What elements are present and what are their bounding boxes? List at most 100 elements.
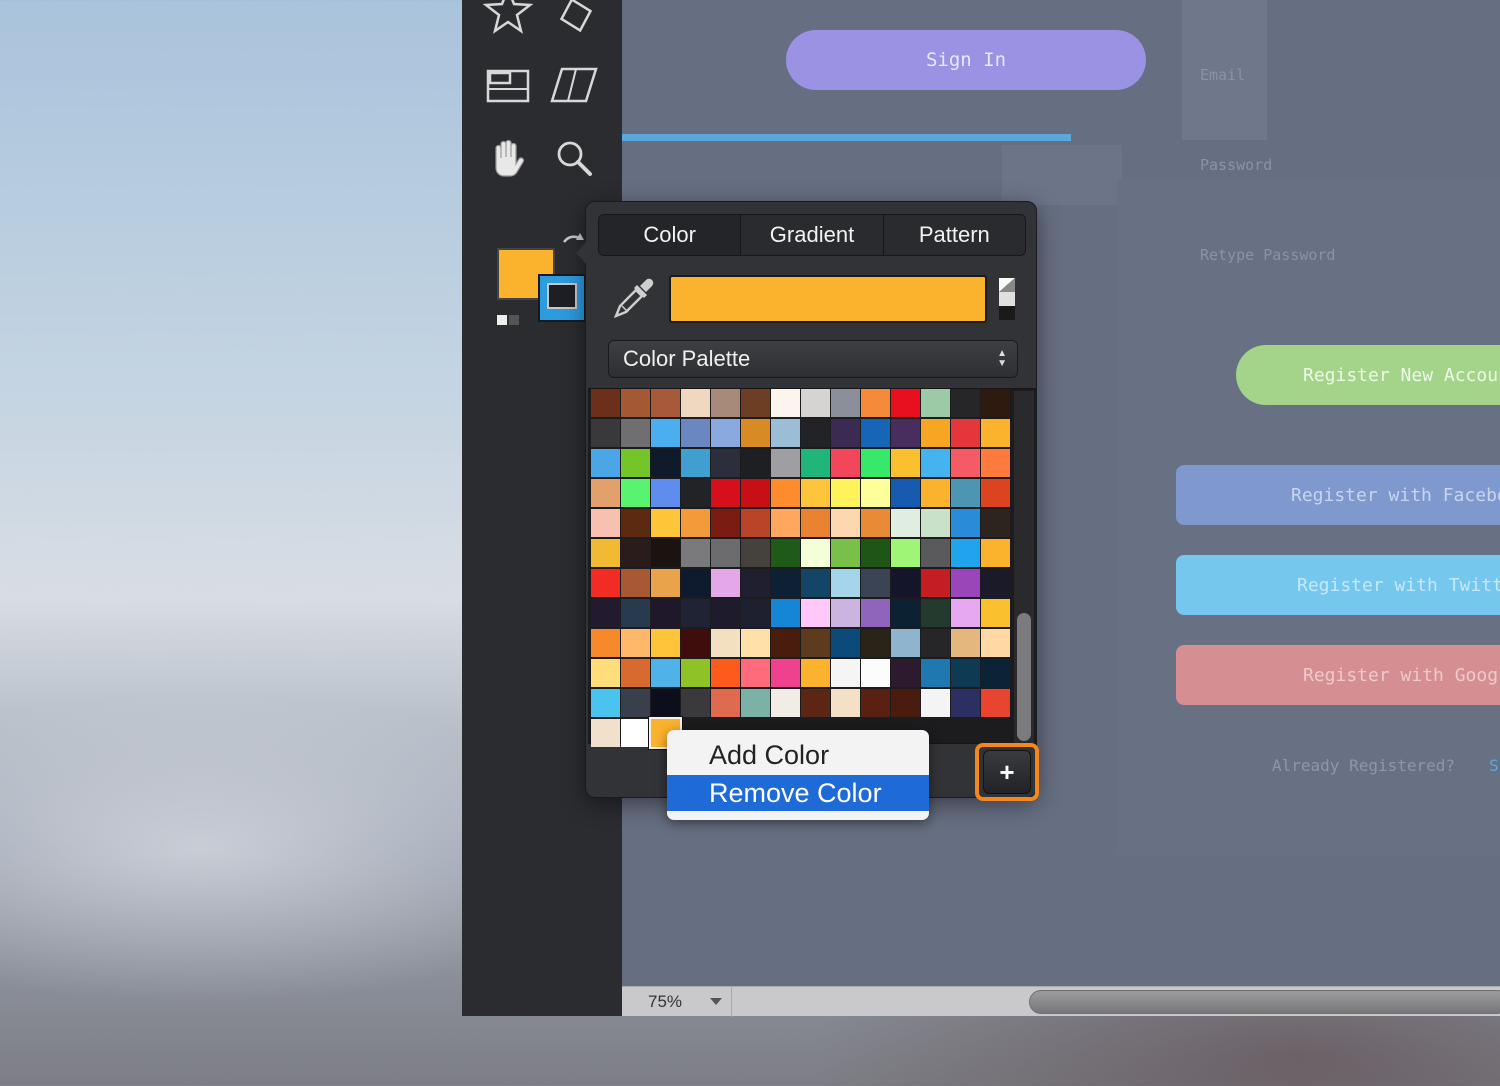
palette-swatch[interactable] (621, 419, 650, 447)
palette-swatch[interactable] (891, 449, 920, 477)
palette-swatch[interactable] (771, 629, 800, 657)
palette-swatch[interactable] (651, 689, 680, 717)
palette-select[interactable]: Color Palette ▲ ▼ (608, 340, 1018, 378)
palette-swatch[interactable] (771, 539, 800, 567)
palette-swatch[interactable] (801, 449, 830, 477)
palette-swatch[interactable] (921, 479, 950, 507)
palette-swatch[interactable] (981, 629, 1010, 657)
palette-swatch[interactable] (771, 689, 800, 717)
palette-swatch[interactable] (681, 659, 710, 687)
palette-swatch[interactable] (981, 689, 1010, 717)
palette-swatch[interactable] (831, 479, 860, 507)
hand-tool-button[interactable] (480, 130, 536, 186)
palette-swatch[interactable] (861, 659, 890, 687)
palette-swatch[interactable] (831, 389, 860, 417)
palette-swatch[interactable] (651, 389, 680, 417)
palette-swatch[interactable] (681, 629, 710, 657)
palette-swatch[interactable] (981, 569, 1010, 597)
palette-swatch[interactable] (741, 629, 770, 657)
palette-swatch[interactable] (591, 659, 620, 687)
palette-swatch[interactable] (591, 539, 620, 567)
palette-swatch[interactable] (711, 659, 740, 687)
palette-swatch[interactable] (741, 449, 770, 477)
palette-swatch[interactable] (861, 389, 890, 417)
palette-swatch[interactable] (681, 479, 710, 507)
palette-swatch[interactable] (831, 689, 860, 717)
palette-swatch[interactable] (741, 659, 770, 687)
palette-swatch[interactable] (621, 659, 650, 687)
palette-swatch[interactable] (891, 539, 920, 567)
palette-swatch[interactable] (861, 539, 890, 567)
palette-swatch[interactable] (741, 689, 770, 717)
palette-swatch[interactable] (921, 389, 950, 417)
horizontal-scrollbar[interactable] (1029, 990, 1500, 1014)
tab-gradient[interactable]: Gradient (741, 215, 884, 255)
palette-swatch[interactable] (981, 389, 1010, 417)
chevron-down-icon[interactable] (710, 998, 722, 1005)
tab-pattern[interactable]: Pattern (884, 215, 1025, 255)
opacity-presets-icon[interactable] (999, 278, 1015, 320)
palette-swatch[interactable] (981, 599, 1010, 627)
palette-swatch[interactable] (801, 659, 830, 687)
palette-swatch[interactable] (861, 599, 890, 627)
palette-swatch[interactable] (741, 479, 770, 507)
palette-swatch[interactable] (831, 449, 860, 477)
palette-swatch[interactable] (591, 449, 620, 477)
zoom-tool-button[interactable] (546, 130, 602, 186)
palette-swatch[interactable] (621, 449, 650, 477)
palette-swatch[interactable] (651, 659, 680, 687)
palette-swatch[interactable] (981, 509, 1010, 537)
palette-swatch[interactable] (591, 629, 620, 657)
palette-swatch[interactable] (771, 449, 800, 477)
palette-scrollbar-thumb[interactable] (1017, 613, 1031, 741)
palette-swatch[interactable] (861, 629, 890, 657)
palette-swatch[interactable] (711, 599, 740, 627)
palette-swatch[interactable] (651, 509, 680, 537)
palette-swatch[interactable] (711, 419, 740, 447)
palette-swatch[interactable] (771, 599, 800, 627)
palette-swatch[interactable] (951, 569, 980, 597)
palette-swatch[interactable] (651, 599, 680, 627)
palette-scrollbar[interactable] (1014, 391, 1034, 743)
palette-swatch[interactable] (951, 479, 980, 507)
palette-swatch[interactable] (861, 479, 890, 507)
tab-color[interactable]: Color (599, 215, 742, 255)
palette-swatch[interactable] (861, 449, 890, 477)
palette-swatch[interactable] (801, 599, 830, 627)
palette-swatch[interactable] (891, 629, 920, 657)
palette-swatch[interactable] (621, 719, 650, 747)
palette-swatch[interactable] (591, 689, 620, 717)
palette-swatch[interactable] (741, 599, 770, 627)
palette-swatch[interactable] (921, 539, 950, 567)
palette-swatch[interactable] (681, 419, 710, 447)
palette-swatch[interactable] (591, 479, 620, 507)
palette-swatch[interactable] (801, 509, 830, 537)
palette-swatch[interactable] (681, 689, 710, 717)
palette-swatch[interactable] (951, 659, 980, 687)
palette-swatch[interactable] (681, 389, 710, 417)
palette-swatch[interactable] (831, 659, 860, 687)
palette-swatch[interactable] (741, 509, 770, 537)
palette-swatch[interactable] (711, 569, 740, 597)
palette-swatch[interactable] (771, 569, 800, 597)
palette-swatch[interactable] (681, 599, 710, 627)
palette-swatch[interactable] (651, 479, 680, 507)
palette-swatch[interactable] (981, 419, 1010, 447)
palette-swatch[interactable] (831, 539, 860, 567)
palette-swatch[interactable] (621, 509, 650, 537)
palette-swatch[interactable] (621, 629, 650, 657)
palette-swatch[interactable] (711, 479, 740, 507)
palette-swatch[interactable] (711, 689, 740, 717)
palette-swatch[interactable] (951, 629, 980, 657)
palette-swatch[interactable] (591, 599, 620, 627)
palette-swatch[interactable] (861, 509, 890, 537)
palette-swatch[interactable] (681, 569, 710, 597)
palette-swatch[interactable] (921, 659, 950, 687)
palette-swatch[interactable] (831, 599, 860, 627)
palette-swatch[interactable] (891, 479, 920, 507)
palette-swatch[interactable] (801, 479, 830, 507)
palette-swatch[interactable] (621, 389, 650, 417)
palette-swatch[interactable] (801, 419, 830, 447)
palette-swatch[interactable] (801, 539, 830, 567)
diamond-tool-button[interactable] (548, 0, 604, 42)
